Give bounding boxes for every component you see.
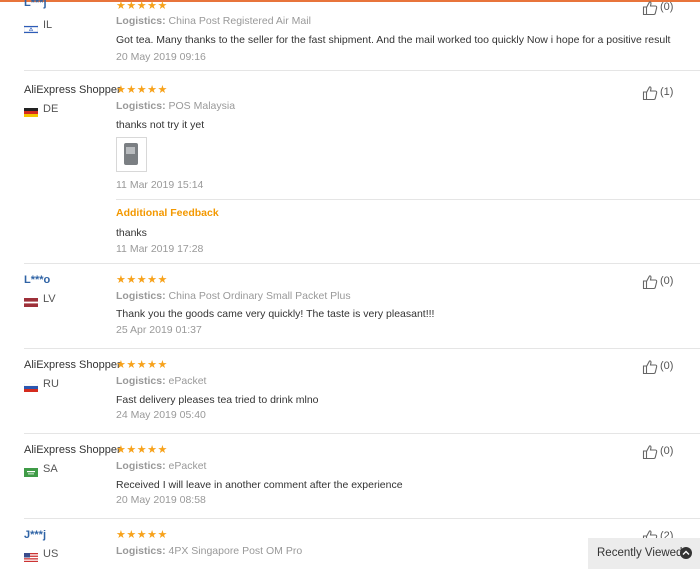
recently-viewed-button[interactable]: Recently Viewed — [588, 538, 700, 569]
flag-icon-ru — [23, 379, 39, 392]
chevron-up-icon — [680, 547, 692, 559]
rating-stars: ★★★★★ — [116, 444, 168, 456]
reviewer-country: IL — [43, 19, 53, 31]
helpful-button[interactable]: (0) — [642, 444, 700, 460]
review-text: Thank you the goods came very quickly! T… — [116, 308, 435, 320]
recently-viewed-label: Recently Viewed — [597, 547, 683, 559]
review-date: 20 May 2019 09:16 — [116, 51, 206, 63]
helpful-button[interactable]: (1) — [642, 85, 700, 101]
helpful-count: (0) — [660, 445, 674, 457]
additional-feedback-text: thanks — [116, 227, 147, 239]
logistics-info: Logistics: China Post Ordinary Small Pac… — [116, 290, 351, 302]
review-item: AliExpress Shopper DE ★★★★★ Logistics: P… — [24, 83, 700, 258]
thumbs-up-icon — [642, 445, 658, 460]
reviewer-name: AliExpress Shopper — [24, 359, 121, 371]
thumbs-up-icon — [642, 86, 658, 101]
reviewer-country: US — [43, 548, 59, 560]
helpful-button[interactable]: (0) — [642, 0, 700, 16]
review-item: AliExpress Shopper SA ★★★★★ Logistics: e… — [24, 444, 700, 514]
thumbs-up-icon — [642, 360, 658, 375]
logistics-info: Logistics: China Post Registered Air Mai… — [116, 15, 311, 27]
thumbs-up-icon — [642, 275, 658, 290]
reviewer-name[interactable]: J***j — [24, 529, 46, 541]
flag-icon-us — [24, 549, 38, 562]
rating-stars: ★★★★★ — [116, 0, 168, 12]
review-divider — [24, 263, 700, 264]
flag-icon-de — [24, 104, 38, 117]
reviewer-country: DE — [43, 103, 59, 115]
helpful-count: (0) — [660, 1, 674, 13]
helpful-count: (0) — [660, 275, 674, 287]
rating-stars: ★★★★★ — [116, 359, 168, 371]
helpful-count: (1) — [660, 86, 674, 98]
flag-icon-il — [23, 21, 39, 35]
review-date: 20 May 2019 08:58 — [116, 494, 206, 506]
reviewer-country: LV — [43, 293, 56, 305]
review-divider — [24, 518, 700, 519]
reviewer-country: SA — [43, 463, 58, 475]
review-divider — [24, 348, 700, 349]
helpful-button[interactable]: (0) — [642, 274, 700, 290]
rating-stars: ★★★★★ — [116, 529, 168, 541]
review-item: AliExpress Shopper RU ★★★★★ Logistics: e… — [23, 359, 700, 429]
logistics-info: Logistics: ePacket — [116, 460, 207, 472]
flag-icon-sa — [24, 464, 38, 477]
flag-icon-lv — [24, 294, 38, 307]
thumbs-up-icon — [642, 1, 658, 16]
review-photo-thumbnail[interactable] — [116, 137, 147, 172]
reviewer-country: RU — [43, 378, 59, 390]
logistics-info: Logistics: 4PX Singapore Post OM Pro — [116, 545, 303, 557]
review-date: 11 Mar 2019 15:14 — [116, 179, 204, 191]
review-divider — [24, 433, 700, 434]
additional-feedback-date: 11 Mar 2019 17:28 — [116, 243, 204, 255]
helpful-count: (0) — [660, 360, 674, 372]
review-text: thanks not try it yet — [116, 119, 205, 131]
rating-stars: ★★★★★ — [116, 84, 168, 96]
additional-feedback-label: Additional Feedback — [116, 207, 219, 219]
review-text: Received I will leave in another comment… — [116, 479, 403, 491]
review-date: 24 May 2019 05:40 — [116, 409, 206, 421]
helpful-button[interactable]: (0) — [642, 359, 700, 375]
additional-divider — [116, 199, 700, 200]
review-text: Got tea. Many thanks to the seller for t… — [116, 34, 671, 46]
rating-stars: ★★★★★ — [116, 274, 168, 286]
reviewer-name[interactable]: L***o — [24, 274, 50, 286]
reviewer-name: AliExpress Shopper — [24, 444, 121, 456]
logistics-info: Logistics: POS Malaysia — [116, 100, 236, 112]
review-item: L***o LV ★★★★★ Logistics: China Post Ord… — [24, 274, 700, 344]
reviewer-name: AliExpress Shopper — [24, 84, 121, 96]
review-date: 25 Apr 2019 01:37 — [116, 324, 202, 336]
review-text: Fast delivery pleases tea tried to drink… — [116, 394, 319, 406]
review-item: L***j IL ★★★★★ Logistics: China Post Reg… — [23, 0, 700, 66]
logistics-info: Logistics: ePacket — [116, 375, 207, 387]
reviewer-name[interactable]: L***j — [24, 0, 47, 9]
review-divider — [24, 70, 700, 71]
